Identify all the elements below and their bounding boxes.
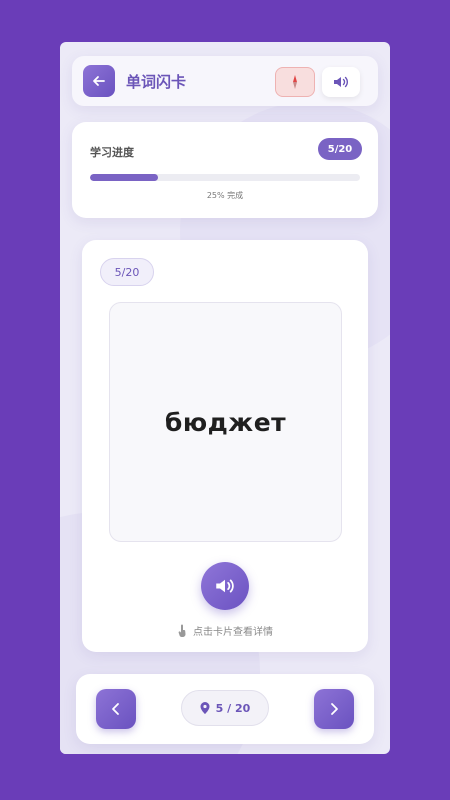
progress-card: 学习进度 5/20 25% 完成 (72, 122, 378, 218)
speaker-icon (216, 579, 234, 593)
progress-bar (90, 174, 360, 181)
progress-badge: 5/20 (318, 138, 362, 160)
flashcard[interactable]: 5/20 бюджет 点击卡片查看详情 (82, 240, 368, 652)
map-pin-icon (200, 702, 210, 714)
next-button[interactable] (314, 689, 354, 729)
tap-hand-icon (178, 624, 186, 637)
tap-hint-text: 点击卡片查看详情 (193, 627, 273, 638)
position-text: 5 / 20 (215, 701, 251, 715)
word-display[interactable]: бюджет (109, 302, 342, 542)
progress-bar-fill (90, 174, 158, 181)
arrow-left-icon (93, 76, 105, 86)
app-screen: 单词闪卡 学习进度 5/20 25% 完成 5/20 бюджет 点击卡片查看… (60, 42, 390, 754)
chevron-right-icon (331, 703, 338, 715)
previous-button[interactable] (96, 689, 136, 729)
progress-label: 学习进度 (90, 146, 134, 159)
page-title: 单词闪卡 (126, 73, 187, 91)
pronounce-button[interactable] (201, 562, 249, 610)
progress-text: 25% 完成 (206, 191, 244, 200)
position-indicator: 5 / 20 (181, 690, 269, 726)
compass-button[interactable] (275, 67, 315, 97)
card-word: бюджет (164, 407, 287, 437)
card-counter-badge: 5/20 (100, 258, 154, 286)
compass-icon (293, 75, 297, 89)
back-button[interactable] (83, 65, 115, 97)
header-sound-button[interactable] (322, 67, 360, 97)
speaker-icon (334, 76, 348, 88)
header-bar: 单词闪卡 (72, 56, 378, 106)
chevron-left-icon (112, 703, 119, 715)
bottom-navigation: 5 / 20 (76, 674, 374, 744)
tap-hint: 点击卡片查看详情 (82, 623, 368, 638)
